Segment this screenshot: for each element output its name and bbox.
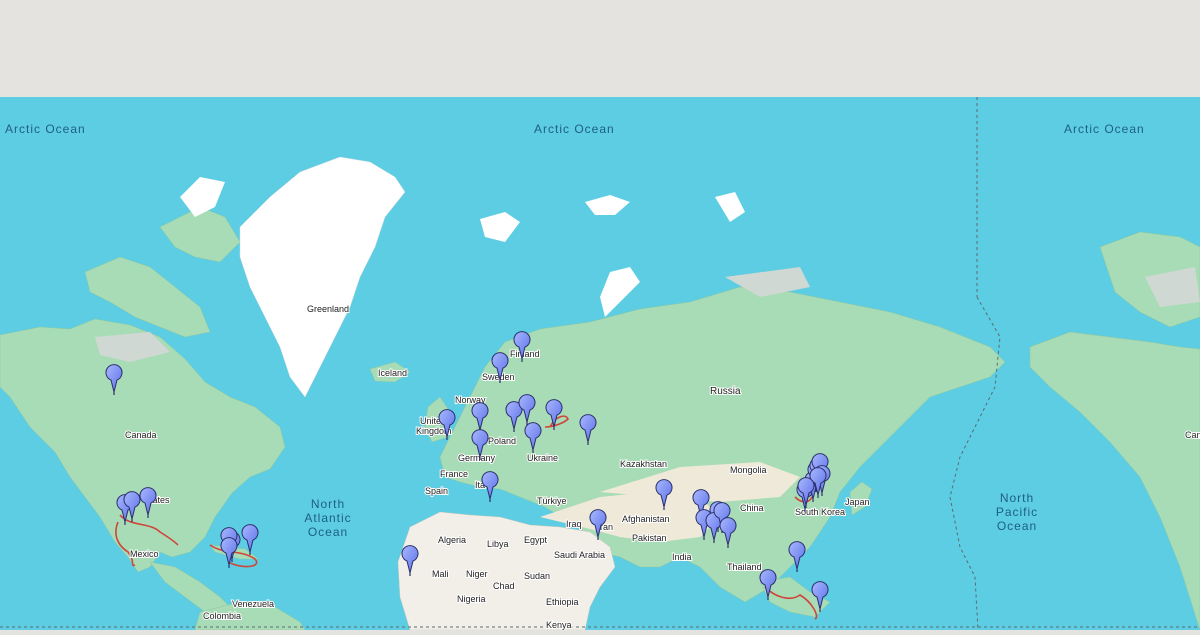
place-label: Finland [510,349,540,359]
place-label: Ethiopia [546,597,579,607]
ocean-label-line: North [311,497,345,511]
place-label: Nigeria [457,594,486,604]
place-label: China [740,503,764,513]
place-label: Venezuela [232,599,274,609]
place-label: France [440,469,468,479]
place-label: Spain [425,486,448,496]
arctic-ocean-label-1: Arctic Ocean [5,122,86,136]
place-label: Mongolia [730,465,767,475]
place-label: Japan [845,497,870,507]
place-label: Kazakhstan [620,459,667,469]
place-label: Mali [432,569,449,579]
place-label: Mexico [130,549,159,559]
place-label: Germany [458,453,496,463]
map-canvas[interactable]: Arctic Ocean Arctic Ocean Arctic Ocean N… [0,97,1200,631]
place-label: Algeria [438,535,466,545]
arctic-ocean-label-3: Arctic Ocean [1064,122,1145,136]
place-label: Afghanistan [622,514,670,524]
north-atlantic-ocean-label: North Atlantic Ocean [304,497,351,539]
arctic-ocean-label-2: Arctic Ocean [534,122,615,136]
place-label: Iraq [566,519,582,529]
place-label: Russia [710,386,741,397]
ocean-label-line: Pacific [996,505,1038,519]
place-label: Colombia [203,611,241,621]
ocean-label-line: Ocean [308,525,348,539]
place-label: Canada [125,430,157,440]
ocean-label-line: Atlantic [304,511,351,525]
place-label: Thailand [727,562,762,572]
place-label: Niger [466,569,488,579]
place-label: Ukraine [527,453,558,463]
place-label: Can [1185,430,1200,440]
place-label: India [672,552,692,562]
place-label: Chad [493,581,515,591]
ocean-label-line: Ocean [997,519,1037,533]
place-label: Kenya [546,620,572,630]
place-label: Sudan [524,571,550,581]
place-label: Türkiye [537,496,567,506]
world-map[interactable]: Arctic Ocean Arctic Ocean Arctic Ocean N… [0,97,1200,631]
place-label: Libya [487,539,509,549]
place-label: Poland [488,436,516,446]
ocean-label-line: North [1000,491,1034,505]
place-label: Egypt [524,535,548,545]
place-label: South Korea [795,507,845,517]
place-label: Pakistan [632,533,667,543]
place-label: Saudi Arabia [554,550,605,560]
map-top-toolbar-area [0,0,1200,97]
place-label: Greenland [307,304,349,314]
place-label: Iceland [378,368,407,378]
north-pacific-ocean-label: North Pacific Ocean [996,491,1038,533]
